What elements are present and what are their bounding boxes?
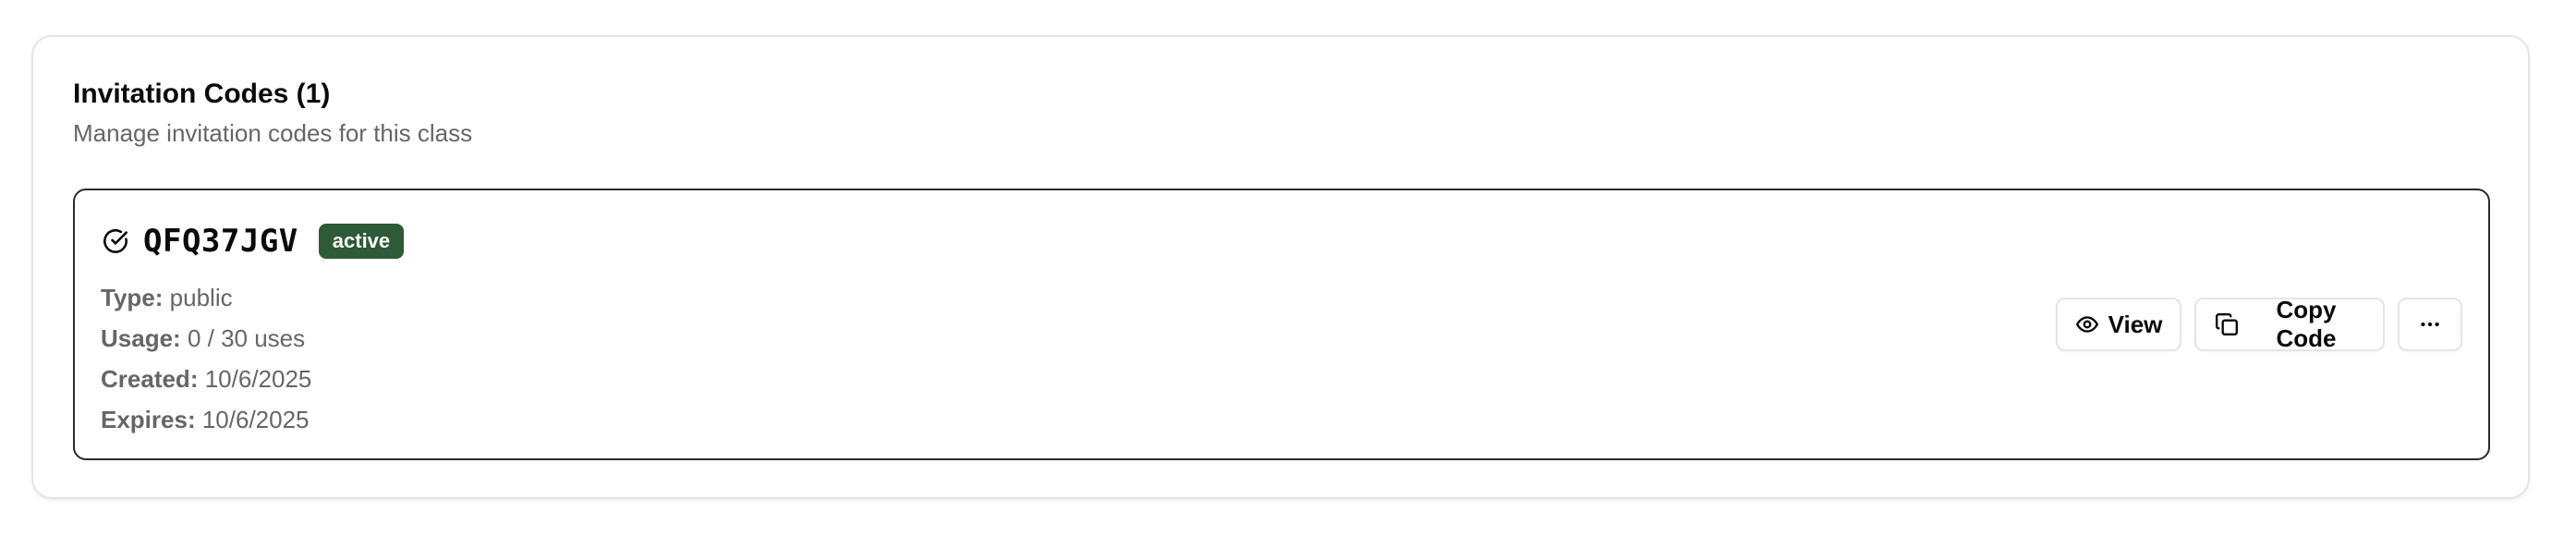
invitation-code-item: QFQ37JGV active Type: public Usage: 0 / … xyxy=(73,189,2490,460)
eye-icon xyxy=(2075,312,2099,336)
status-badge: active xyxy=(318,224,405,259)
view-button[interactable]: View xyxy=(2056,298,2181,351)
detail-label: Usage: xyxy=(101,324,181,352)
circle-check-icon xyxy=(101,226,130,256)
detail-label: Type: xyxy=(101,284,164,311)
card-subtitle: Manage invitation codes for this class xyxy=(73,119,473,147)
copy-code-button[interactable]: Copy Code xyxy=(2194,296,2385,352)
detail-value: 0 / 30 uses xyxy=(187,324,306,352)
invitation-codes-card: Invitation Codes (1) Manage invitation c… xyxy=(31,35,2530,499)
code-header: QFQ37JGV active xyxy=(101,222,405,261)
detail-usage: Usage: 0 / 30 uses xyxy=(101,318,311,359)
detail-type: Type: public xyxy=(101,277,311,318)
detail-value: 10/6/2025 xyxy=(204,365,312,393)
code-details: Type: public Usage: 0 / 30 uses Created:… xyxy=(101,277,311,440)
ellipsis-icon xyxy=(2418,312,2442,336)
invitation-code: QFQ37JGV xyxy=(143,223,298,260)
detail-label: Created: xyxy=(101,365,199,393)
more-actions-button[interactable] xyxy=(2398,298,2462,351)
copy-code-button-label: Copy Code xyxy=(2276,296,2337,352)
detail-created: Created: 10/6/2025 xyxy=(101,359,311,399)
card-title: Invitation Codes (1) xyxy=(73,79,331,109)
view-button-label: View xyxy=(2108,310,2163,338)
detail-value: public xyxy=(169,284,233,311)
detail-expires: Expires: 10/6/2025 xyxy=(101,399,311,440)
copy-icon xyxy=(2215,312,2239,336)
detail-label: Expires: xyxy=(101,406,196,433)
code-actions: View Copy Code xyxy=(2056,296,2462,352)
detail-value: 10/6/2025 xyxy=(201,406,310,433)
